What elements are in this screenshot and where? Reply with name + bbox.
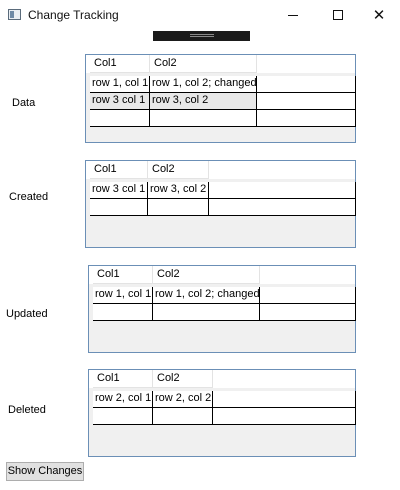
app-icon: [8, 9, 21, 20]
new-row-cell[interactable]: [150, 110, 257, 127]
column-header-col2[interactable]: Col2: [153, 370, 213, 388]
table-cell-empty[interactable]: [260, 287, 356, 304]
new-row-cell[interactable]: [153, 304, 260, 321]
grip-icon: [190, 34, 214, 37]
new-row-cell[interactable]: [148, 199, 209, 216]
table-cell[interactable]: row 2, col 2: [153, 391, 213, 408]
close-button[interactable]: ✕: [358, 0, 400, 30]
label-data: Data: [12, 97, 36, 109]
table-cell-empty[interactable]: [209, 182, 356, 199]
show-changes-button[interactable]: Show Changes: [6, 462, 84, 481]
table-cell-empty[interactable]: [213, 391, 356, 408]
splitter-handle[interactable]: [153, 31, 250, 41]
new-row-cell[interactable]: [93, 408, 153, 425]
close-icon: ✕: [372, 6, 386, 24]
title-bar[interactable]: Change Tracking ✕: [0, 0, 400, 30]
new-row-cell[interactable]: [153, 408, 213, 425]
new-row-cell[interactable]: [90, 110, 150, 127]
maximize-button[interactable]: [317, 0, 359, 30]
label-deleted: Deleted: [8, 404, 46, 416]
minimize-button[interactable]: [272, 0, 314, 30]
window-title: Change Tracking: [28, 8, 119, 22]
column-header-col1[interactable]: Col1: [93, 266, 153, 284]
new-row-cell[interactable]: [213, 408, 356, 425]
table-cell[interactable]: row 3 col 1: [90, 182, 148, 199]
data-grid-updated[interactable]: Col1 Col2 row 1, col 1 row 1, col 2; cha…: [88, 265, 356, 353]
table-cell[interactable]: row 3 col 1: [90, 93, 150, 110]
new-row-cell[interactable]: [93, 304, 153, 321]
grid-header: Col1 Col2: [89, 266, 355, 284]
column-header-col1[interactable]: Col1: [93, 370, 153, 388]
data-grid-deleted[interactable]: Col1 Col2 row 2, col 1 row 2, col 2: [88, 369, 356, 457]
data-grid-created[interactable]: Col1 Col2 row 3 col 1 row 3, col 2: [85, 160, 356, 248]
table-cell[interactable]: row 3, col 2: [148, 182, 209, 199]
table-cell[interactable]: row 1, col 2; changed: [153, 287, 260, 304]
table-cell[interactable]: row 2, col 1: [93, 391, 153, 408]
data-grid-data[interactable]: Col1 Col2 row 1, col 1 row 1, col 2; cha…: [85, 54, 356, 143]
table-cell[interactable]: row 1, col 1: [93, 287, 153, 304]
column-header-col2[interactable]: Col2: [153, 266, 260, 284]
column-header-col2[interactable]: Col2: [148, 161, 209, 179]
grid-header: Col1 Col2: [86, 161, 355, 179]
label-created: Created: [9, 191, 49, 203]
new-row-cell[interactable]: [90, 199, 148, 216]
column-header-col1[interactable]: Col1: [90, 161, 148, 179]
new-row-cell[interactable]: [257, 110, 356, 127]
table-cell-empty[interactable]: [257, 76, 356, 93]
new-row-cell[interactable]: [209, 199, 356, 216]
grid-header: Col1 Col2: [86, 55, 355, 73]
column-header-col2[interactable]: Col2: [150, 55, 257, 73]
grid-header: Col1 Col2: [89, 370, 355, 388]
label-updated: Updated: [6, 308, 48, 320]
minimize-icon: [288, 14, 298, 16]
column-header-col1[interactable]: Col1: [90, 55, 150, 73]
table-cell[interactable]: row 1, col 1: [90, 76, 150, 93]
new-row-cell[interactable]: [260, 304, 356, 321]
table-cell[interactable]: row 1, col 2; changed: [150, 76, 257, 93]
table-cell-empty[interactable]: [257, 93, 356, 110]
table-cell[interactable]: row 3, col 2: [150, 93, 257, 110]
maximize-icon: [333, 10, 343, 20]
